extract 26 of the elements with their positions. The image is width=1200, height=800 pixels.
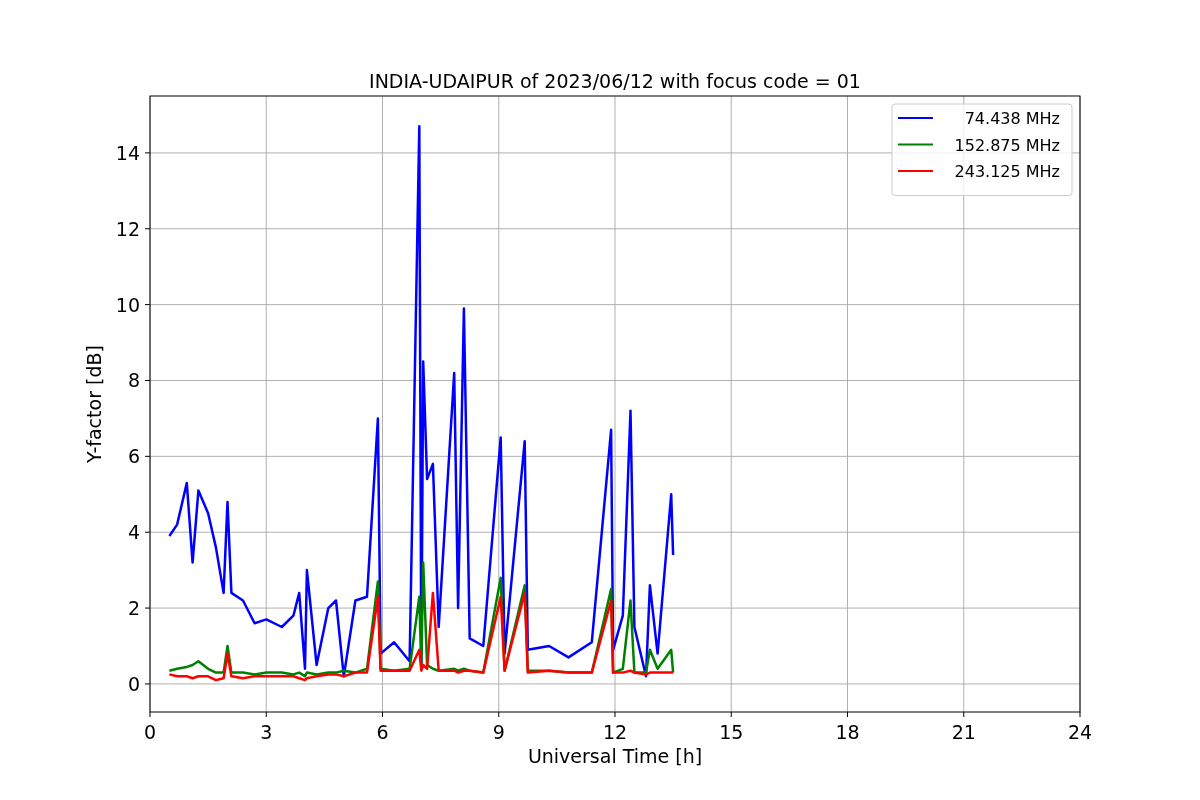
x-tick-label: 3 [260, 721, 273, 743]
y-axis-label: Y-factor [dB] [83, 345, 105, 463]
legend-label: 74.438 MHz [964, 109, 1060, 128]
x-tick-label: 18 [835, 721, 860, 743]
legend-line-icon [897, 170, 934, 172]
x-tick-label: 6 [376, 721, 389, 743]
legend-label: 243.125 MHz [954, 162, 1060, 181]
y-tick-label: 2 [127, 597, 140, 620]
x-tick-label: 12 [602, 721, 628, 743]
y-tick-label: 12 [115, 217, 140, 240]
x-tick-label: 24 [1067, 721, 1093, 743]
x-tick-label: 9 [492, 721, 505, 743]
x-tick-label: 21 [951, 721, 976, 743]
y-tick-label: 6 [127, 445, 140, 468]
x-tick-label: 15 [719, 721, 744, 743]
y-tick-label: 8 [127, 369, 140, 392]
y-tick-label: 4 [127, 521, 140, 544]
x-axis-label: Universal Time [h] [527, 745, 703, 767]
y-tick-label: 0 [127, 672, 140, 695]
x-tick-label: 0 [143, 721, 157, 743]
chart-title: INDIA-UDAIPUR of 2023/06/12 with focus code = 01 [369, 70, 861, 92]
legend-label: 152.875 MHz [954, 135, 1060, 155]
y-tick-label: 14 [115, 141, 140, 164]
legend-line-icon [897, 143, 934, 146]
legend-line-icon [897, 117, 934, 119]
y-tick-label: 10 [115, 293, 140, 316]
